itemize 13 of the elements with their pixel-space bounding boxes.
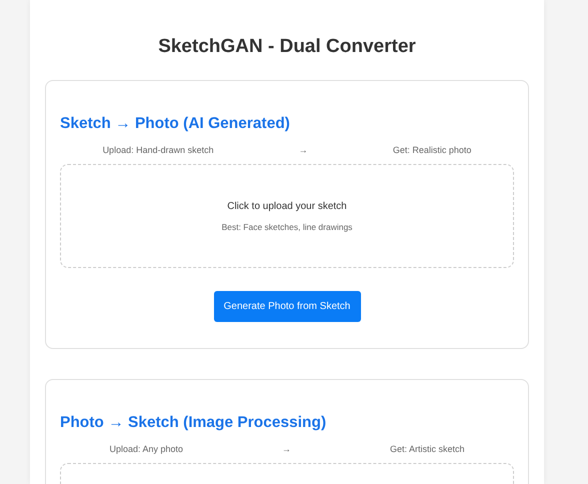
result-label: Get: Realistic photo [392, 145, 472, 155]
result-label: Get: Artistic sketch [390, 444, 465, 454]
upload-prompt: Click to upload your sketch [227, 200, 347, 212]
upload-area[interactable]: Click to upload your sketch Best: Face sketches, line drawings [60, 164, 514, 268]
generate-button[interactable]: Generate Photo from Sketch [214, 291, 360, 322]
upload-label: Upload: Hand-drawn sketch [102, 145, 214, 155]
card-heading: Sketch → Photo (AI Generated) [60, 115, 291, 133]
card-heading: Photo → Sketch (Image Processing) [60, 414, 328, 432]
arrow-text: → [282, 444, 292, 454]
upload-hint: Best: Face sketches, line drawings [222, 222, 352, 232]
upload-label: Upload: Any photo [109, 444, 184, 454]
arrow-text: → [298, 145, 308, 155]
page-title: SketchGAN - Dual Converter [157, 36, 417, 58]
